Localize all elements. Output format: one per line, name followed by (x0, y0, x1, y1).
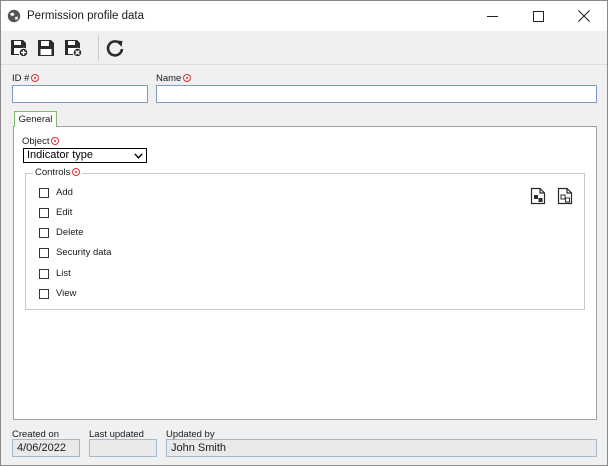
name-label-wrap: Name (156, 73, 192, 84)
required-icon (72, 168, 81, 176)
controls-label: Controls (35, 167, 71, 178)
last-updated-field (89, 439, 157, 457)
updated-by-field (166, 439, 597, 457)
control-view[interactable]: View (39, 287, 76, 301)
name-input[interactable] (156, 85, 597, 103)
object-select[interactable]: Indicator type (23, 148, 147, 163)
created-on-field (12, 439, 80, 457)
control-list[interactable]: List (39, 267, 71, 281)
add-checkbox[interactable] (39, 188, 49, 198)
chevron-down-icon (134, 153, 143, 159)
list-label: List (56, 268, 71, 279)
id-input[interactable] (12, 85, 148, 103)
view-label: View (56, 288, 77, 299)
close-icon (578, 10, 590, 22)
required-icon (183, 74, 192, 82)
object-select-value: Indicator type (27, 149, 94, 161)
required-icon (31, 74, 40, 82)
delete-label: Delete (56, 227, 84, 238)
uncheck-all-icon[interactable] (557, 187, 573, 205)
control-edit[interactable]: Edit (39, 206, 72, 220)
toolbar-separator (98, 35, 99, 61)
minimize-icon (486, 15, 498, 17)
id-label-wrap: ID # (12, 73, 40, 84)
save-close-icon (65, 40, 83, 58)
list-checkbox[interactable] (39, 269, 49, 279)
save-close-button[interactable] (62, 37, 84, 59)
save-button[interactable] (35, 37, 57, 59)
edit-checkbox[interactable] (39, 208, 49, 218)
controls-groupbox (25, 173, 585, 310)
object-label-wrap: Object (22, 136, 60, 147)
maximize-button[interactable] (515, 1, 561, 31)
control-security-data[interactable]: Security data (39, 246, 111, 260)
tab-general[interactable]: General (14, 111, 57, 127)
security-data-checkbox[interactable] (39, 248, 49, 258)
minimize-button[interactable] (469, 1, 515, 31)
id-label: ID # (12, 73, 30, 84)
required-icon (51, 137, 60, 145)
security-data-label: Security data (56, 247, 112, 258)
refresh-button[interactable] (104, 37, 126, 59)
controls-legend: Controls (33, 167, 83, 178)
refresh-icon (106, 40, 124, 57)
permission-profile-window: Permission profile data ID # Name Genera… (0, 0, 608, 466)
edit-label: Edit (56, 207, 73, 218)
control-delete[interactable]: Delete (39, 226, 83, 240)
save-new-button[interactable] (8, 37, 30, 59)
save-icon (38, 40, 54, 56)
object-label: Object (22, 136, 50, 147)
app-globe-icon (7, 9, 21, 23)
name-label: Name (156, 73, 182, 84)
maximize-icon (532, 10, 544, 22)
close-button[interactable] (561, 1, 607, 31)
window-title: Permission profile data (27, 10, 144, 22)
save-plus-icon (11, 40, 29, 58)
add-label: Add (56, 187, 73, 198)
view-checkbox[interactable] (39, 289, 49, 299)
control-add[interactable]: Add (39, 186, 73, 200)
title-bar: Permission profile data (1, 1, 607, 31)
toolbar (1, 31, 607, 65)
check-all-icon[interactable] (530, 187, 546, 205)
delete-checkbox[interactable] (39, 228, 49, 238)
